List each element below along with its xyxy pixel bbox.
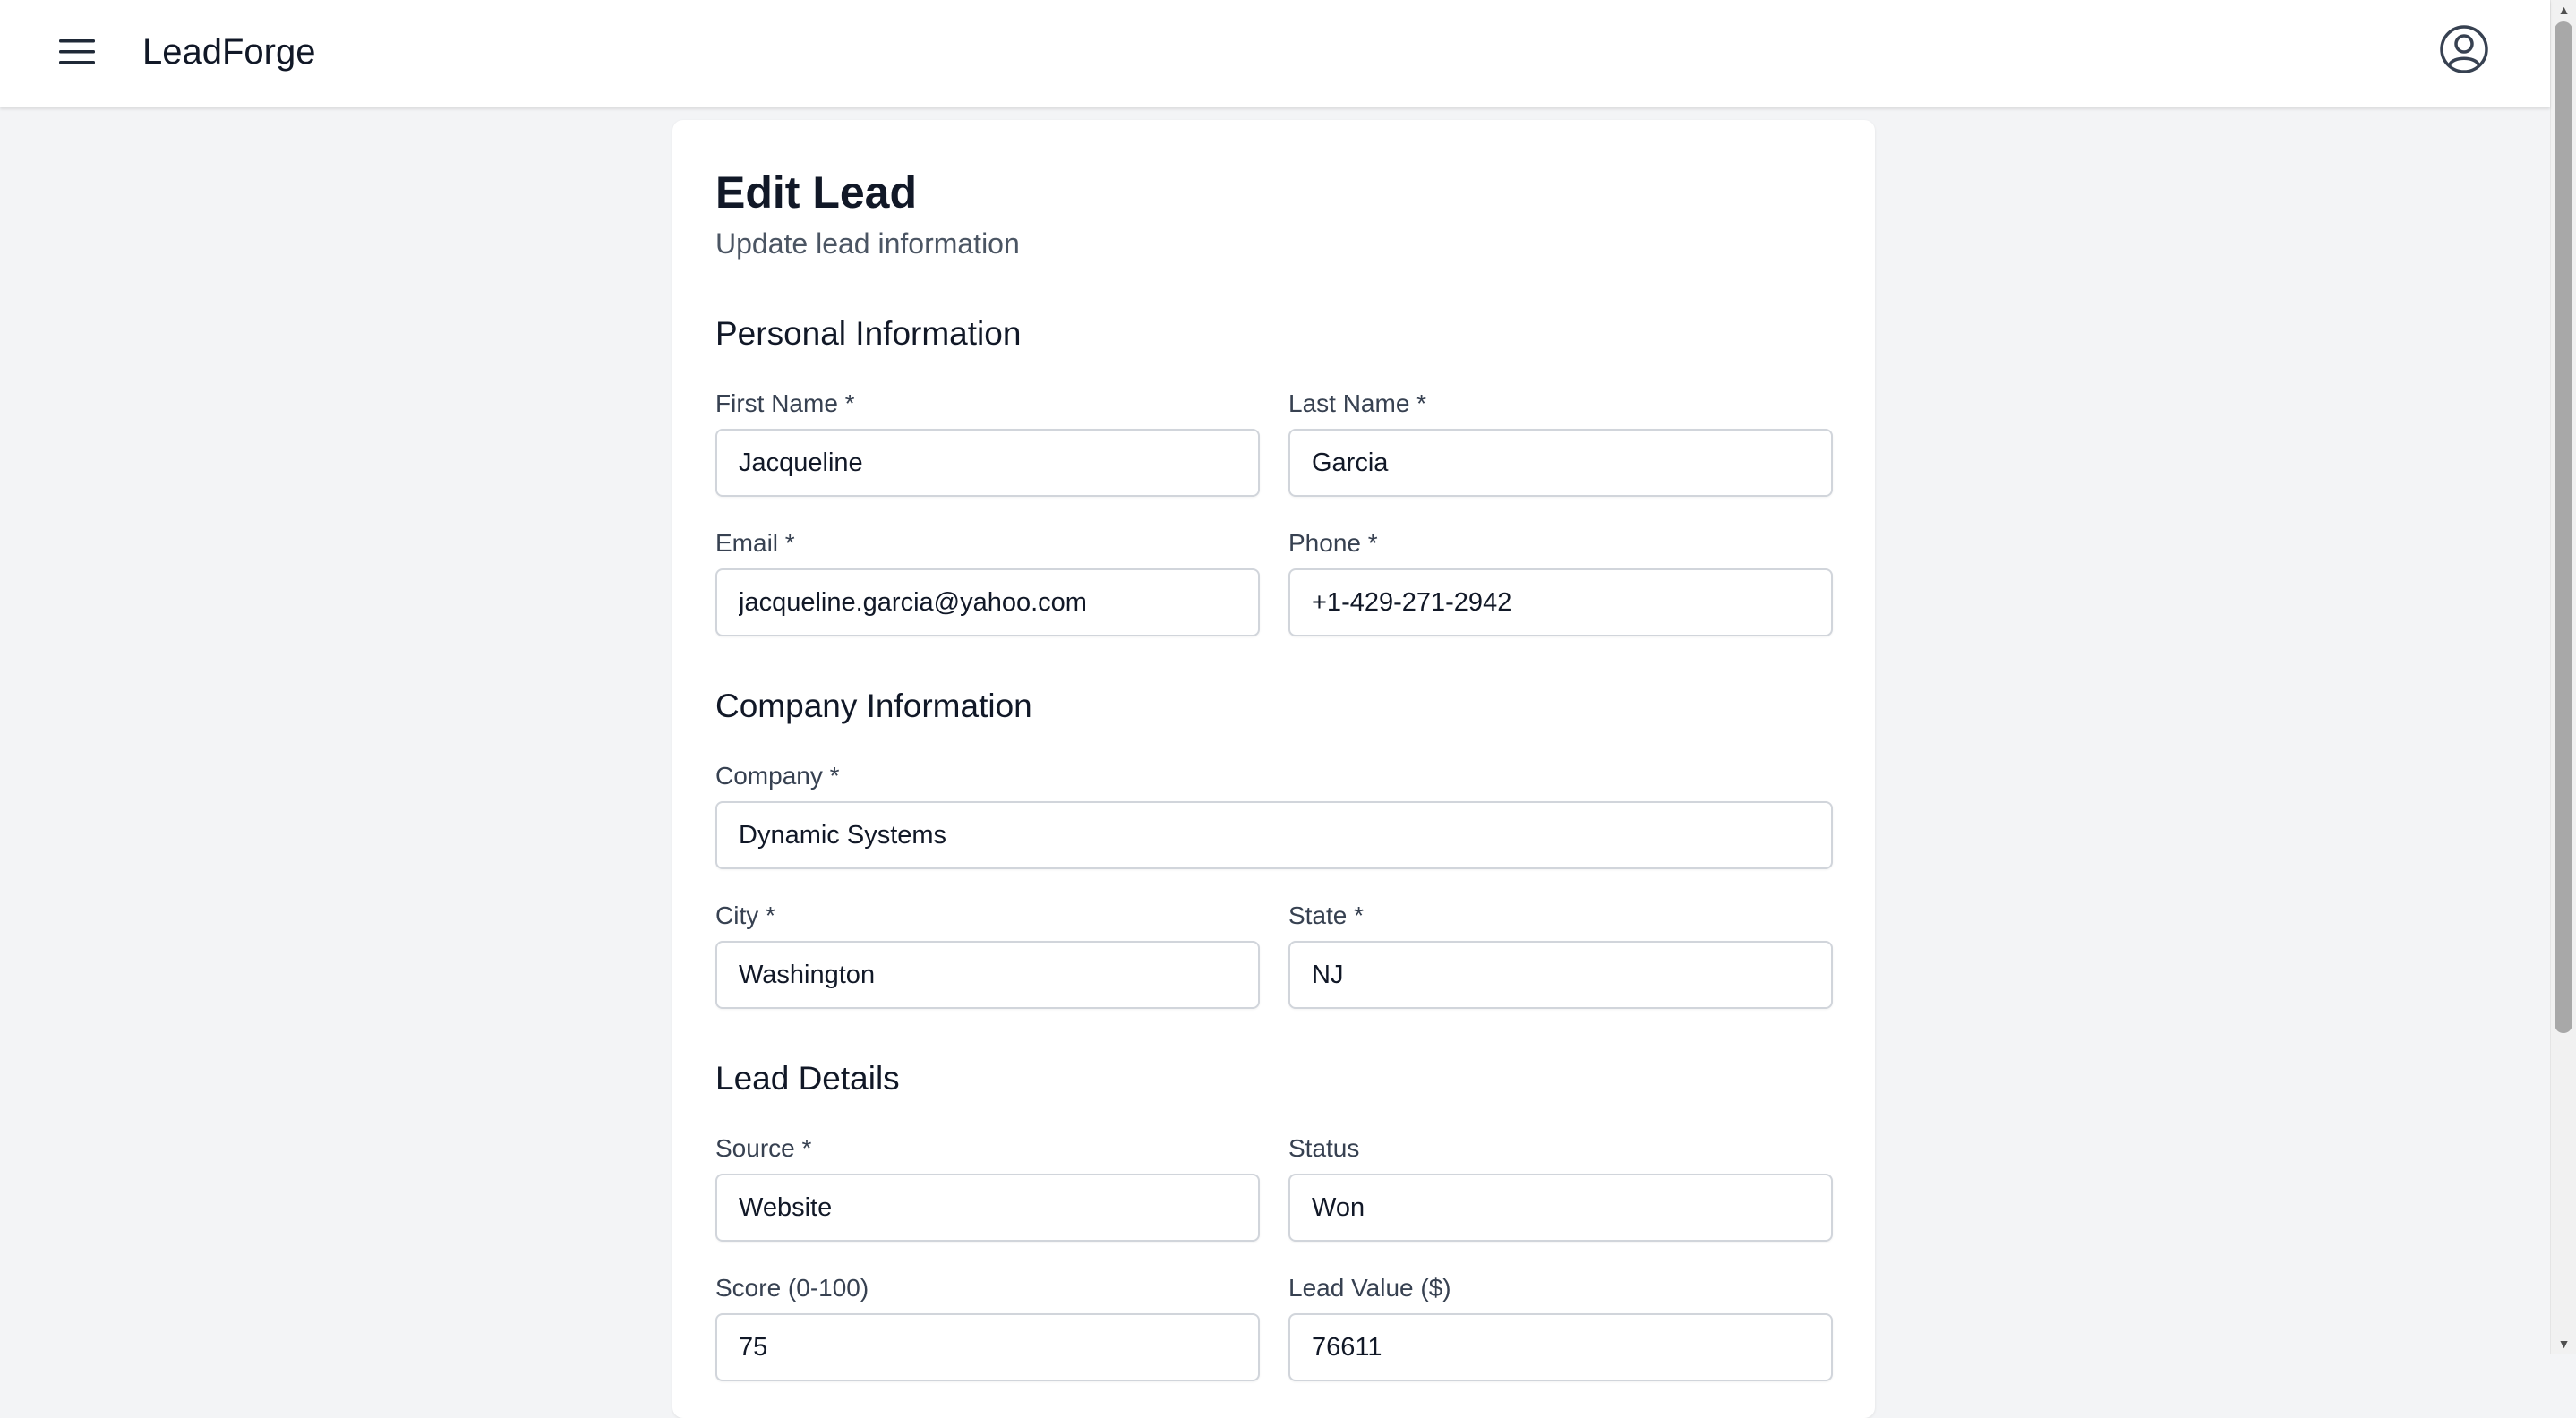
app-header: LeadForge xyxy=(0,0,2550,107)
city-label: City * xyxy=(715,901,775,929)
app-title: LeadForge xyxy=(142,32,316,72)
lead-value-input[interactable] xyxy=(1288,1313,1833,1381)
last-name-label: Last Name * xyxy=(1288,389,1427,417)
section-title-personal: Personal Information xyxy=(715,315,1022,352)
company-label: Company * xyxy=(715,762,840,790)
status-input[interactable] xyxy=(1288,1174,1833,1242)
source-input[interactable] xyxy=(715,1174,1260,1242)
scroll-thumb[interactable] xyxy=(2555,21,2572,1033)
hamburger-menu-icon xyxy=(59,39,95,64)
status-label: Status xyxy=(1288,1134,1360,1162)
page-scrollbar[interactable]: ▲ ▼ xyxy=(2550,0,2576,1354)
user-circle-icon xyxy=(2440,25,2488,73)
last-name-input[interactable] xyxy=(1288,429,1833,497)
email-label: Email * xyxy=(715,529,795,557)
scroll-up-arrow-icon[interactable]: ▲ xyxy=(2551,0,2576,20)
source-label: Source * xyxy=(715,1134,812,1162)
menu-button[interactable] xyxy=(52,27,102,77)
account-button[interactable] xyxy=(2437,22,2491,76)
section-title-lead: Lead Details xyxy=(715,1060,900,1097)
lead-value-label: Lead Value ($) xyxy=(1288,1274,1451,1302)
first-name-input[interactable] xyxy=(715,429,1260,497)
state-input[interactable] xyxy=(1288,941,1833,1009)
state-label: State * xyxy=(1288,901,1365,929)
phone-input[interactable] xyxy=(1288,568,1833,636)
city-input[interactable] xyxy=(715,941,1260,1009)
section-title-company: Company Information xyxy=(715,688,1032,724)
score-label: Score (0-100) xyxy=(715,1274,869,1302)
scroll-down-arrow-icon[interactable]: ▼ xyxy=(2551,1334,2576,1354)
first-name-label: First Name * xyxy=(715,389,855,417)
score-input[interactable] xyxy=(715,1313,1260,1381)
email-input[interactable] xyxy=(715,568,1260,636)
company-input[interactable] xyxy=(715,801,1833,869)
phone-label: Phone * xyxy=(1288,529,1378,557)
page-title: Edit Lead xyxy=(715,167,918,218)
page-subtitle: Update lead information xyxy=(715,227,1020,260)
